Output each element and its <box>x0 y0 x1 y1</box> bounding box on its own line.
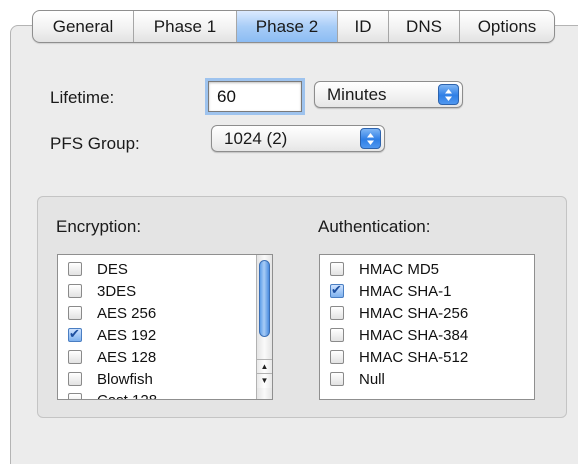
encryption-list[interactable]: DES 3DES AES 256 ✔ AES 192 AES 128 Blowf… <box>57 254 273 400</box>
list-item[interactable]: 3DES <box>68 280 136 302</box>
list-item-label: 3DES <box>97 282 137 300</box>
lifetime-unit-popup[interactable]: Minutes <box>314 81 463 108</box>
list-item[interactable]: Cast 128 <box>68 389 158 400</box>
checkbox-hmac-sha-1[interactable]: ✔ <box>330 282 344 298</box>
list-item-label: HMAC SHA-512 <box>359 348 469 366</box>
lifetime-label: Lifetime: <box>50 88 115 107</box>
tab-bar: General Phase 1 Phase 2 ID DNS Options <box>32 10 555 43</box>
list-item[interactable]: AES 256 <box>68 302 156 324</box>
checkbox-des[interactable] <box>68 262 82 276</box>
encryption-label: Encryption: <box>56 217 142 236</box>
list-item-label: Blowfish <box>97 370 153 388</box>
list-item-label: AES 128 <box>97 348 157 366</box>
checkmark-icon: ✔ <box>69 326 80 341</box>
list-item-label: DES <box>97 260 128 278</box>
scroll-up-arrow-icon[interactable]: ▲ <box>257 359 272 374</box>
authentication-label: Authentication: <box>318 217 431 236</box>
list-item-label: HMAC SHA-384 <box>359 326 469 344</box>
list-item[interactable]: HMAC SHA-384 <box>330 324 468 346</box>
encryption-scrollbar[interactable]: ▲ ▼ <box>256 255 272 399</box>
list-item-label: Null <box>359 370 385 388</box>
checkbox-hmac-md5[interactable] <box>330 262 344 276</box>
pfs-group-popup[interactable]: 1024 (2) <box>211 125 385 152</box>
tab-phase-1[interactable]: Phase 1 <box>134 11 237 42</box>
list-item[interactable]: HMAC SHA-512 <box>330 346 468 368</box>
list-item[interactable]: DES <box>68 258 128 280</box>
tab-phase-2[interactable]: Phase 2 <box>237 11 338 42</box>
checkbox-null[interactable] <box>330 372 344 386</box>
lifetime-input[interactable]: 60 <box>208 81 302 112</box>
authentication-list[interactable]: HMAC MD5 ✔ HMAC SHA-1 HMAC SHA-256 HMAC … <box>319 254 535 400</box>
scroll-down-arrow-icon[interactable]: ▼ <box>257 373 272 388</box>
list-item-label: HMAC SHA-256 <box>359 304 469 322</box>
list-item[interactable]: Null <box>330 368 385 390</box>
checkbox-hmac-sha-256[interactable] <box>330 306 344 320</box>
list-item-label: Cast 128 <box>97 391 158 400</box>
checkbox-3des[interactable] <box>68 284 82 298</box>
checkbox-aes-256[interactable] <box>68 306 82 320</box>
checkbox-hmac-sha-384[interactable] <box>330 328 344 342</box>
list-item-label: HMAC SHA-1 <box>359 282 452 300</box>
checkbox-aes-192[interactable]: ✔ <box>68 326 82 342</box>
list-item-label: HMAC MD5 <box>359 260 440 278</box>
pfs-group-label: PFS Group: <box>50 134 140 153</box>
checkbox-aes-128[interactable] <box>68 350 82 364</box>
tab-id[interactable]: ID <box>338 11 389 42</box>
popup-arrows-icon <box>438 84 459 105</box>
phase2-settings-window: General Phase 1 Phase 2 ID DNS Options L… <box>0 0 578 464</box>
checkbox-hmac-sha-512[interactable] <box>330 350 344 364</box>
list-item[interactable]: HMAC MD5 <box>330 258 439 280</box>
tab-options[interactable]: Options <box>460 11 554 42</box>
list-item-label: AES 256 <box>97 304 157 322</box>
checkmark-icon: ✔ <box>331 282 342 297</box>
tab-general[interactable]: General <box>33 11 134 42</box>
list-item-label: AES 192 <box>97 326 157 344</box>
checkbox-cast-128[interactable] <box>68 393 82 399</box>
lifetime-unit-value: Minutes <box>327 85 387 104</box>
list-item[interactable]: AES 128 <box>68 346 156 368</box>
checkbox-blowfish[interactable] <box>68 372 82 386</box>
list-item[interactable]: HMAC SHA-256 <box>330 302 468 324</box>
list-item[interactable]: ✔ AES 192 <box>68 324 156 346</box>
scrollbar-thumb[interactable] <box>259 260 270 337</box>
list-item[interactable]: ✔ HMAC SHA-1 <box>330 280 452 302</box>
list-item[interactable]: Blowfish <box>68 368 153 390</box>
pfs-group-value: 1024 (2) <box>224 129 288 148</box>
tab-dns[interactable]: DNS <box>389 11 460 42</box>
popup-arrows-icon <box>360 128 381 149</box>
